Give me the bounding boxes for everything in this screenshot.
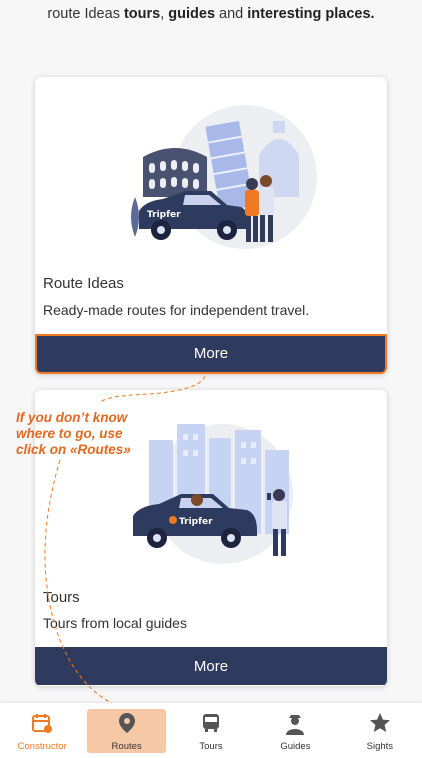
- card-title: Tours: [43, 589, 80, 606]
- map-pin-icon: [118, 712, 136, 737]
- tab-constructor[interactable]: Constructor: [0, 703, 84, 758]
- tab-guides[interactable]: Guides: [253, 703, 337, 758]
- route-ideas-card: Tripfer Route Ideas Ready-made routes fo…: [35, 77, 387, 374]
- tours-more-button[interactable]: More: [35, 647, 387, 685]
- tab-label: Tours: [199, 741, 223, 752]
- guide-person-icon: [284, 712, 306, 739]
- tab-routes[interactable]: Routes: [84, 703, 168, 758]
- calendar-check-icon: [31, 712, 53, 737]
- route-ideas-more-button[interactable]: More: [35, 334, 387, 374]
- tab-label: Guides: [280, 741, 311, 752]
- svg-text:Tripfer: Tripfer: [147, 210, 181, 220]
- routes-hint-text: If you don’t know where to go, use click…: [16, 410, 131, 457]
- tab-label: Constructor: [17, 741, 67, 752]
- bus-icon: [201, 712, 221, 737]
- tab-sights[interactable]: Sights: [338, 703, 422, 758]
- svg-text:Tripfer: Tripfer: [179, 517, 213, 527]
- route-ideas-illustration: Tripfer: [131, 105, 317, 249]
- tab-label: Sights: [366, 741, 394, 752]
- card-description: Tours from local guides: [43, 615, 187, 631]
- tab-tours[interactable]: Tours: [169, 703, 253, 758]
- tab-label: Routes: [111, 741, 142, 752]
- star-icon: [369, 712, 391, 737]
- intro-text: route Ideas tours, guides and interestin…: [47, 6, 375, 22]
- card-description: Ready-made routes for independent travel…: [43, 302, 310, 318]
- bottom-tab-bar: Constructor Routes Tours Guides Sights: [0, 703, 422, 758]
- card-title: Route Ideas: [43, 275, 124, 292]
